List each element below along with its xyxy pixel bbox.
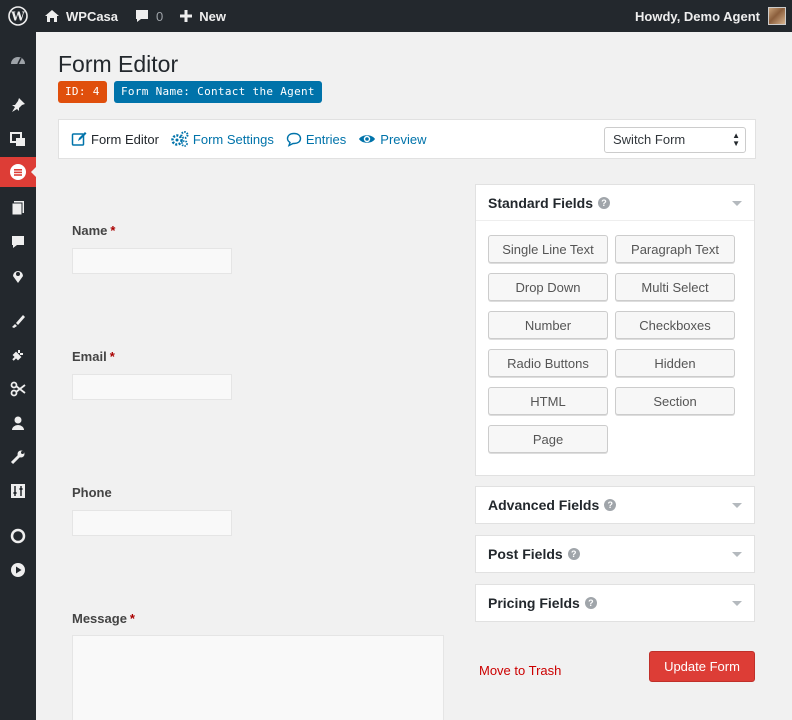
field-label-message: Message * — [72, 611, 135, 626]
advanced-fields-panel[interactable]: Advanced Fields ? — [475, 486, 755, 524]
tab-label: Form Settings — [192, 131, 274, 147]
tab-form-settings[interactable]: Form Settings — [171, 131, 274, 147]
field-label-phone: Phone — [72, 485, 115, 500]
home-icon — [44, 8, 60, 24]
expand-arrow-icon[interactable] — [732, 601, 742, 606]
help-icon[interactable]: ? — [567, 548, 580, 560]
plus-icon — [179, 9, 193, 23]
phone-input[interactable] — [72, 510, 232, 536]
pin-icon[interactable] — [0, 90, 36, 120]
comments-icon[interactable] — [0, 227, 36, 257]
label-text: Message — [72, 611, 127, 626]
tab-preview[interactable]: Preview — [358, 131, 427, 147]
standard-fields-panel: Standard Fields ? Single Line Text Parag… — [475, 184, 755, 476]
expand-arrow-icon[interactable] — [732, 552, 742, 557]
collapse-arrow-icon[interactable] — [732, 201, 742, 206]
comment-icon — [286, 131, 306, 147]
add-section-button[interactable]: Section — [615, 387, 735, 415]
site-name-link[interactable]: WPCasa — [36, 0, 126, 32]
form-id-badge: ID: 4 — [58, 81, 107, 103]
standard-fields-buttons: Single Line Text Paragraph Text Drop Dow… — [476, 221, 754, 475]
add-number-button[interactable]: Number — [488, 311, 608, 339]
post-fields-panel[interactable]: Post Fields ? — [475, 535, 755, 573]
location-icon[interactable] — [0, 261, 36, 291]
message-textarea[interactable] — [72, 635, 444, 720]
pages-icon[interactable] — [0, 193, 36, 223]
eye-icon — [358, 131, 380, 147]
comments-link[interactable]: 0 — [126, 0, 171, 32]
add-html-button[interactable]: HTML — [488, 387, 608, 415]
panel-title: Post Fields — [488, 546, 563, 562]
admin-sidebar — [0, 32, 37, 720]
add-drop-down-button[interactable]: Drop Down — [488, 273, 608, 301]
required-marker: * — [109, 349, 115, 364]
gears-icon — [171, 131, 193, 147]
add-single-line-text-button[interactable]: Single Line Text — [488, 235, 608, 263]
add-page-button[interactable]: Page — [488, 425, 608, 453]
advanced-fields-header[interactable]: Advanced Fields ? — [476, 487, 754, 523]
add-hidden-button[interactable]: Hidden — [615, 349, 735, 377]
required-marker: * — [129, 611, 135, 626]
comments-count: 0 — [156, 8, 164, 24]
users-icon[interactable] — [0, 408, 36, 438]
tab-label: Form Editor — [91, 131, 159, 147]
comment-icon — [134, 8, 150, 24]
tab-form-editor[interactable]: Form Editor — [71, 131, 159, 147]
tab-entries[interactable]: Entries — [286, 131, 346, 147]
play-icon[interactable] — [0, 555, 36, 585]
avatar — [768, 7, 786, 25]
panel-title: Pricing Fields — [488, 595, 580, 611]
field-label-email: Email * — [72, 349, 115, 364]
expand-arrow-icon[interactable] — [732, 503, 742, 508]
post-fields-header[interactable]: Post Fields ? — [476, 536, 754, 572]
help-icon[interactable]: ? — [598, 196, 611, 209]
form-name-badge: Form Name: Contact the Agent — [114, 81, 322, 103]
add-radio-buttons-button[interactable]: Radio Buttons — [488, 349, 608, 377]
move-to-trash-link[interactable]: Move to Trash — [479, 663, 561, 678]
pricing-fields-header[interactable]: Pricing Fields ? — [476, 585, 754, 621]
tools-icon[interactable] — [0, 374, 36, 404]
greeting: Howdy, Demo Agent — [635, 8, 760, 24]
select-arrows-icon: ▲ ▼ — [732, 131, 740, 148]
tab-label: Preview — [380, 131, 427, 147]
site-name: WPCasa — [66, 8, 119, 24]
help-icon[interactable]: ? — [584, 597, 597, 609]
help-icon[interactable]: ? — [604, 499, 617, 511]
wordpress-logo-icon[interactable]: W — [0, 0, 36, 32]
panel-title: Standard Fields — [488, 194, 594, 211]
account-menu[interactable]: Howdy, Demo Agent — [627, 0, 792, 32]
email-input[interactable] — [72, 374, 232, 400]
update-form-button[interactable]: Update Form — [649, 651, 755, 682]
pricing-fields-panel[interactable]: Pricing Fields ? — [475, 584, 755, 622]
add-checkboxes-button[interactable]: Checkboxes — [615, 311, 735, 339]
admin-bar: W WPCasa 0 New Howdy, Demo Agent — [0, 0, 792, 32]
new-label: New — [199, 8, 226, 24]
label-text: Email — [72, 349, 107, 364]
field-label-name: Name * — [72, 223, 115, 238]
label-text: Name — [72, 223, 108, 238]
appearance-icon[interactable] — [0, 306, 36, 336]
forms-icon[interactable] — [0, 157, 37, 187]
panel-title: Advanced Fields — [488, 497, 600, 513]
edit-icon — [71, 131, 91, 147]
add-paragraph-text-button[interactable]: Paragraph Text — [615, 235, 735, 263]
wrench-icon[interactable] — [0, 442, 36, 472]
switch-form-value: Switch Form — [613, 132, 686, 147]
circle-icon[interactable] — [0, 521, 36, 551]
add-multi-select-button[interactable]: Multi Select — [615, 273, 735, 301]
form-tabs: Form Editor Form Settings Entries Previe… — [58, 119, 756, 159]
label-text: Phone — [72, 485, 112, 500]
media-icon[interactable] — [0, 124, 36, 154]
name-input[interactable] — [72, 248, 232, 274]
required-marker: * — [110, 223, 116, 238]
page-title: Form Editor — [58, 51, 179, 77]
settings-icon[interactable] — [0, 476, 36, 506]
tab-label: Entries — [305, 131, 347, 147]
new-content-link[interactable]: New — [171, 0, 234, 32]
dashboard-icon[interactable] — [0, 45, 36, 75]
plugins-icon[interactable] — [0, 340, 36, 370]
standard-fields-header[interactable]: Standard Fields ? — [476, 185, 754, 221]
svg-text:W: W — [10, 10, 25, 24]
switch-form-select[interactable]: Switch Form ▲ ▼ — [604, 127, 746, 153]
